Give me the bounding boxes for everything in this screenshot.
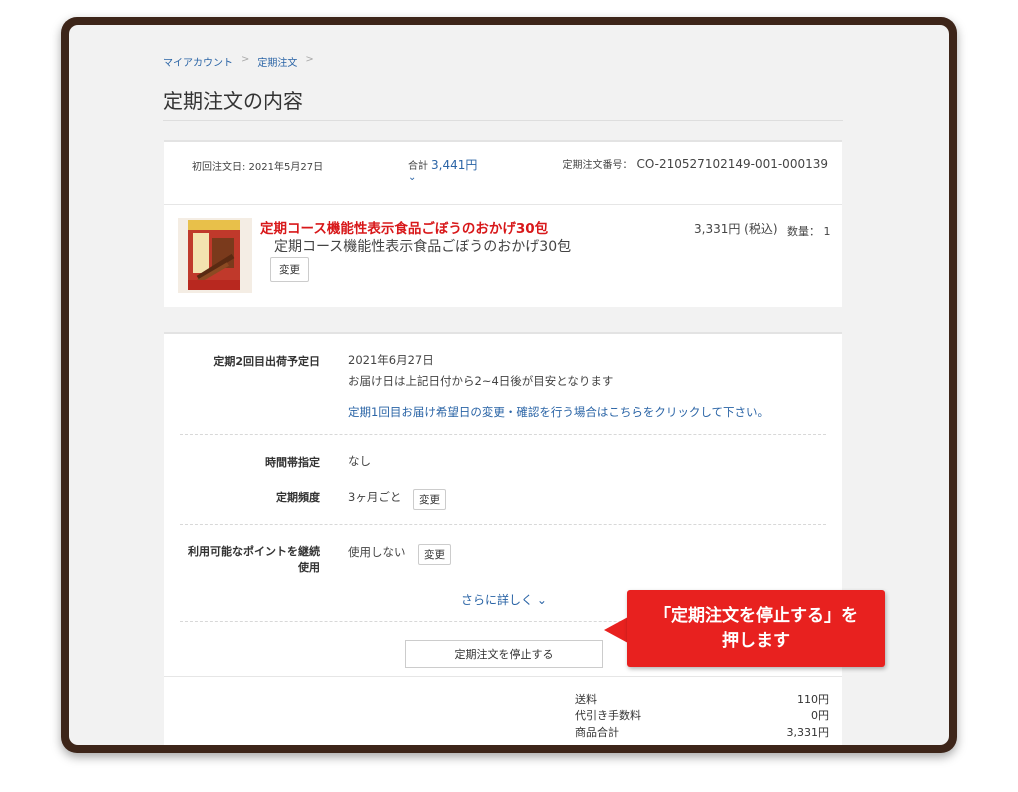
first-order-date: 初回注文日: 2021年5月27日	[192, 162, 324, 173]
breadcrumb-separator: >	[305, 54, 314, 65]
fee-label: 代引き手数料	[575, 709, 641, 722]
points-label: 利用可能なポイントを継続使用	[188, 545, 320, 574]
change-frequency-button[interactable]: 変更	[413, 489, 446, 510]
fee-row-cod: 代引き手数料 0円	[575, 707, 829, 723]
order-number-label: 定期注文番号：	[562, 160, 633, 171]
instruction-callout: 「定期注文を停止する」を 押します	[627, 590, 885, 667]
order-summary-header: 初回注文日: 2021年5月27日 合計 3,441円 ⌄ 定期注文番号： CO-2…	[164, 142, 842, 205]
fee-value: 110円	[797, 693, 829, 706]
total-label: 合計	[408, 161, 428, 172]
stop-subscription-button[interactable]: 定期注文を停止する	[405, 640, 603, 668]
ship-note: お届け日は上記日付から2~4日後が目安となります	[348, 374, 614, 388]
order-summary-card: 初回注文日: 2021年5月27日 合計 3,441円 ⌄ 定期注文番号： CO-2…	[164, 140, 842, 307]
callout-pointer	[604, 617, 628, 643]
ship-date-value: 2021年6月27日	[348, 353, 434, 367]
divider	[164, 676, 842, 677]
product-title: 定期コース機能性表示食品ごぼうのおかげ30包	[274, 239, 572, 255]
order-number-value: CO-210527102149-001-000139	[636, 157, 828, 171]
divider	[180, 524, 826, 525]
time-slot-label: 時間帯指定	[265, 456, 320, 469]
fee-row-shipping: 送料 110円	[575, 691, 829, 707]
subscription-details-card: 定期2回目出荷予定日 2021年6月27日 お届け日は上記日付から2~4日後が目…	[164, 332, 842, 745]
breadcrumb-separator: >	[241, 54, 250, 65]
show-more-link[interactable]: さらに詳しく ⌄	[461, 591, 547, 608]
ship-date-label: 定期2回目出荷予定日	[213, 355, 320, 368]
total-amount: 3,441円	[431, 158, 478, 172]
breadcrumb: マイアカウント > 定期注文 >	[163, 54, 314, 69]
breadcrumb-my-account[interactable]: マイアカウント	[163, 54, 233, 69]
fee-row-subtotal: 商品合計 3,331円	[575, 724, 829, 740]
product-price: 3,331円 (税込)	[694, 222, 778, 236]
breadcrumb-subscription[interactable]: 定期注文	[257, 54, 297, 69]
divider	[180, 434, 826, 435]
fee-label: 送料	[575, 693, 597, 706]
callout-line-2: 押します	[722, 631, 790, 651]
change-product-button[interactable]: 変更	[270, 257, 309, 282]
fee-label: 商品合計	[575, 726, 619, 739]
chevron-down-icon[interactable]: ⌄	[408, 172, 416, 183]
fee-value: 0円	[811, 709, 829, 722]
order-total[interactable]: 合計 3,441円	[408, 156, 477, 173]
page-title: 定期注文の内容	[163, 89, 303, 113]
frequency-value: 3ヶ月ごと	[348, 490, 402, 504]
product-quantity: 数量： 1	[787, 225, 831, 238]
change-points-button[interactable]: 変更	[418, 544, 451, 565]
fee-value: 3,331円	[786, 726, 830, 739]
product-title-red[interactable]: 定期コース機能性表示食品ごぼうのおかげ30包	[260, 217, 548, 237]
frequency-label: 定期頻度	[276, 491, 320, 504]
points-value: 使用しない	[348, 545, 406, 559]
delivery-date-change-link[interactable]: 定期1回目お届け希望日の変更・確認を行う場合はこちらをクリックして下さい。	[348, 404, 769, 420]
divider	[163, 120, 843, 121]
callout-line-1: 「定期注文を停止する」を	[654, 606, 858, 626]
order-number: 定期注文番号： CO-210527102149-001-000139	[563, 156, 828, 171]
product-package-icon	[178, 218, 252, 293]
time-slot-value: なし	[348, 454, 371, 468]
